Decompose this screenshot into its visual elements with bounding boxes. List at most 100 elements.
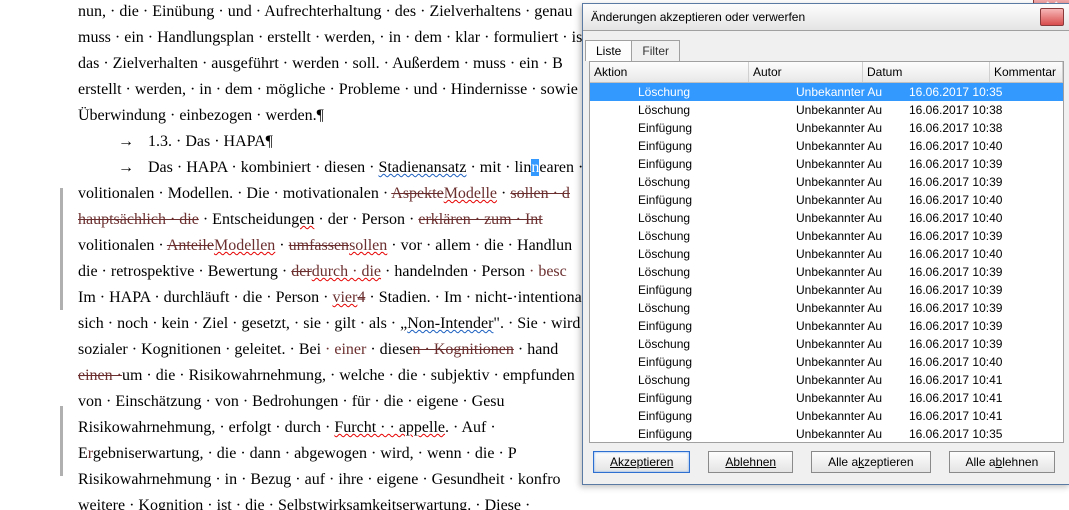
table-row[interactable]: LöschungUnbekannter Au16.06.2017 10:39 (590, 173, 1063, 191)
table-row[interactable]: EinfügungUnbekannter Au16.06.2017 10:40 (590, 137, 1063, 155)
cell-author: Unbekannter Au (792, 283, 905, 297)
cell-action: Löschung (590, 373, 792, 387)
table-header[interactable]: Aktion Autor Datum Kommentar (590, 62, 1063, 83)
cell-action: Löschung (590, 175, 792, 189)
cell-author: Unbekannter Au (792, 121, 905, 135)
change-bar (60, 406, 63, 476)
table-row[interactable]: LöschungUnbekannter Au16.06.2017 10:39 (590, 263, 1063, 281)
cell-date: 16.06.2017 10:40 (905, 211, 1031, 225)
cell-author: Unbekannter Au (792, 373, 905, 387)
cell-date: 16.06.2017 10:39 (905, 265, 1031, 279)
cell-author: Unbekannter Au (792, 265, 905, 279)
table-row[interactable]: LöschungUnbekannter Au16.06.2017 10:39 (590, 335, 1063, 353)
table-rows[interactable]: LöschungUnbekannter Au16.06.2017 10:35Lö… (590, 83, 1063, 443)
cell-author: Unbekannter Au (792, 229, 905, 243)
col-header-author[interactable]: Autor (749, 62, 863, 82)
tab-list[interactable]: Liste (585, 40, 632, 61)
cell-author: Unbekannter Au (792, 427, 905, 441)
table-row[interactable]: EinfügungUnbekannter Au16.06.2017 10:41 (590, 407, 1063, 425)
table-row[interactable]: LöschungUnbekannter Au16.06.2017 10:38 (590, 101, 1063, 119)
cell-author: Unbekannter Au (792, 301, 905, 315)
cell-action: Einfügung (590, 391, 792, 405)
cell-action: Löschung (590, 85, 792, 99)
dialog-titlebar[interactable]: Änderungen akzeptieren oder verwerfen (583, 4, 1069, 31)
table-row[interactable]: EinfügungUnbekannter Au16.06.2017 10:39 (590, 317, 1063, 335)
cell-action: Einfügung (590, 139, 792, 153)
cell-action: Einfügung (590, 427, 792, 441)
cell-action: Löschung (590, 229, 792, 243)
table-row[interactable]: EinfügungUnbekannter Au16.06.2017 10:38 (590, 119, 1063, 137)
changes-dialog: Änderungen akzeptieren oder verwerfen Li… (582, 3, 1069, 485)
changes-table: Aktion Autor Datum Kommentar LöschungUnb… (589, 61, 1064, 443)
cell-action: Einfügung (590, 319, 792, 333)
cell-author: Unbekannter Au (792, 193, 905, 207)
table-row[interactable]: LöschungUnbekannter Au16.06.2017 10:40 (590, 245, 1063, 263)
cell-action: Löschung (590, 211, 792, 225)
table-row[interactable]: EinfügungUnbekannter Au16.06.2017 10:39 (590, 155, 1063, 173)
cell-action: Einfügung (590, 409, 792, 423)
dialog-title: Änderungen akzeptieren oder verwerfen (591, 10, 805, 24)
table-row[interactable]: LöschungUnbekannter Au16.06.2017 10:41 (590, 371, 1063, 389)
table-row[interactable]: EinfügungUnbekannter Au16.06.2017 10:35 (590, 425, 1063, 443)
cell-author: Unbekannter Au (792, 211, 905, 225)
cell-date: 16.06.2017 10:35 (905, 85, 1031, 99)
dialog-close-button[interactable] (1040, 8, 1064, 26)
change-bar (60, 188, 63, 310)
cell-action: Einfügung (590, 355, 792, 369)
cell-date: 16.06.2017 10:40 (905, 193, 1031, 207)
cell-author: Unbekannter Au (792, 139, 905, 153)
accept-all-button[interactable]: Alle akzeptieren (811, 451, 930, 473)
col-header-comment[interactable]: Kommentar (990, 62, 1063, 82)
table-row[interactable]: EinfügungUnbekannter Au16.06.2017 10:39 (590, 281, 1063, 299)
table-row[interactable]: EinfügungUnbekannter Au16.06.2017 10:41 (590, 389, 1063, 407)
cell-author: Unbekannter Au (792, 85, 905, 99)
cell-date: 16.06.2017 10:41 (905, 391, 1031, 405)
cell-date: 16.06.2017 10:39 (905, 175, 1031, 189)
cell-date: 16.06.2017 10:41 (905, 409, 1031, 423)
cell-date: 16.06.2017 10:41 (905, 373, 1031, 387)
cell-action: Einfügung (590, 283, 792, 297)
table-row[interactable]: LöschungUnbekannter Au16.06.2017 10:39 (590, 299, 1063, 317)
cell-author: Unbekannter Au (792, 157, 905, 171)
cell-date: 16.06.2017 10:39 (905, 229, 1031, 243)
reject-all-button[interactable]: Alle ablehnen (949, 451, 1056, 473)
cell-action: Löschung (590, 301, 792, 315)
cell-date: 16.06.2017 10:40 (905, 139, 1031, 153)
cell-date: 16.06.2017 10:39 (905, 337, 1031, 351)
col-header-date[interactable]: Datum (863, 62, 990, 82)
cell-date: 16.06.2017 10:39 (905, 301, 1031, 315)
accept-button[interactable]: Akzeptieren (593, 451, 690, 473)
cell-action: Einfügung (590, 121, 792, 135)
cell-author: Unbekannter Au (792, 391, 905, 405)
cell-date: 16.06.2017 10:39 (905, 283, 1031, 297)
col-header-action[interactable]: Aktion (590, 62, 749, 82)
cell-action: Einfügung (590, 193, 792, 207)
cell-date: 16.06.2017 10:35 (905, 427, 1031, 441)
cell-author: Unbekannter Au (792, 319, 905, 333)
cell-author: Unbekannter Au (792, 337, 905, 351)
cell-date: 16.06.2017 10:39 (905, 319, 1031, 333)
table-row[interactable]: LöschungUnbekannter Au16.06.2017 10:35 (590, 83, 1063, 101)
cell-action: Löschung (590, 247, 792, 261)
table-row[interactable]: EinfügungUnbekannter Au16.06.2017 10:40 (590, 353, 1063, 371)
cell-date: 16.06.2017 10:40 (905, 247, 1031, 261)
reject-button[interactable]: Ablehnen (708, 451, 793, 473)
cell-author: Unbekannter Au (792, 409, 905, 423)
cell-author: Unbekannter Au (792, 103, 905, 117)
cell-date: 16.06.2017 10:38 (905, 121, 1031, 135)
cell-action: Löschung (590, 265, 792, 279)
tab-filter[interactable]: Filter (631, 40, 680, 61)
cell-date: 16.06.2017 10:39 (905, 157, 1031, 171)
cell-author: Unbekannter Au (792, 175, 905, 189)
cell-action: Löschung (590, 103, 792, 117)
table-row[interactable]: EinfügungUnbekannter Au16.06.2017 10:40 (590, 191, 1063, 209)
cell-date: 16.06.2017 10:38 (905, 103, 1031, 117)
cell-action: Einfügung (590, 157, 792, 171)
cell-action: Löschung (590, 337, 792, 351)
cell-author: Unbekannter Au (792, 355, 905, 369)
doc-line: weitere · Kognition · ist · die · Selbst… (78, 494, 778, 510)
cell-date: 16.06.2017 10:40 (905, 355, 1031, 369)
table-row[interactable]: LöschungUnbekannter Au16.06.2017 10:40 (590, 209, 1063, 227)
cell-author: Unbekannter Au (792, 247, 905, 261)
table-row[interactable]: LöschungUnbekannter Au16.06.2017 10:39 (590, 227, 1063, 245)
